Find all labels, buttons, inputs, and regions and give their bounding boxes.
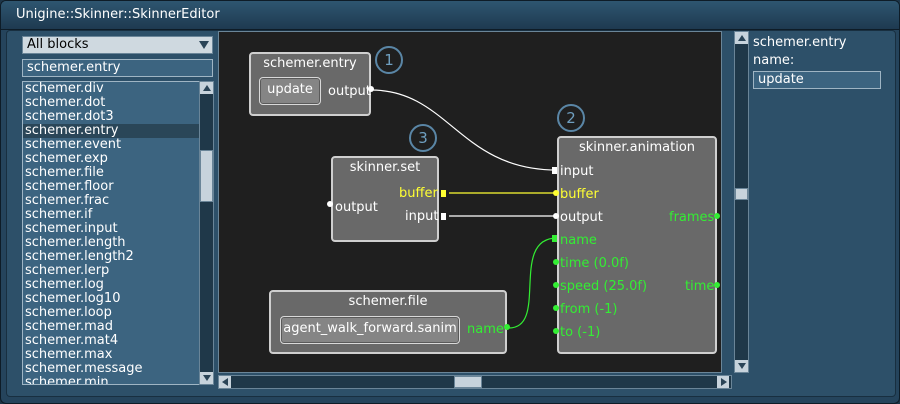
scroll-right-button[interactable] [717, 376, 729, 388]
node-title: skinner.set [349, 160, 421, 175]
port-time-label: time (0.0f) [560, 256, 629, 271]
port-name-label: name [467, 322, 504, 337]
port-anim-output[interactable] [553, 213, 559, 219]
list-item[interactable]: schemer.log [23, 278, 199, 292]
node-skinner-set[interactable]: skinner.set buffer input output [331, 156, 439, 242]
scroll-thumb[interactable] [454, 376, 482, 388]
list-item[interactable]: schemer.lerp [23, 264, 199, 278]
port-buffer-label: buffer [399, 186, 438, 201]
name-input-value: update [758, 72, 804, 87]
list-item[interactable]: schemer.dot3 [23, 110, 199, 124]
port-anim-name[interactable] [552, 235, 557, 242]
scroll-up-button[interactable] [200, 82, 213, 94]
update-button[interactable]: update [259, 77, 321, 105]
block-list[interactable]: schemer.div schemer.dot schemer.dot3 sch… [22, 81, 200, 385]
arrow-right-icon [721, 378, 727, 386]
list-item[interactable]: schemer.event [23, 138, 199, 152]
graph-canvas[interactable]: 1 schemer.entry update output 3 skinner.… [218, 31, 722, 373]
port-set-input[interactable] [441, 213, 446, 220]
selected-block-name: schemer.entry [753, 35, 847, 50]
scroll-thumb[interactable] [200, 150, 213, 202]
chevron-down-icon [199, 41, 209, 49]
list-item[interactable]: schemer.loop [23, 306, 199, 320]
port-anim-frames[interactable] [714, 213, 720, 219]
list-item[interactable]: schemer.min [23, 376, 199, 385]
port-frames-label: frames [669, 210, 715, 225]
port-output-label: output [328, 84, 371, 99]
port-set-buffer[interactable] [441, 190, 446, 197]
port-from-label: from (-1) [560, 302, 618, 317]
scroll-up-button[interactable] [735, 32, 748, 44]
list-item[interactable]: schemer.max [23, 348, 199, 362]
canvas-horizontal-scrollbar[interactable] [218, 375, 732, 389]
name-input[interactable]: update [753, 71, 881, 89]
list-item[interactable]: schemer.length [23, 236, 199, 250]
canvas-vertical-scrollbar[interactable] [734, 31, 749, 373]
node-badge-1: 1 [375, 46, 403, 74]
port-input-label: input [560, 164, 594, 179]
scroll-down-button[interactable] [200, 372, 213, 384]
port-anim-speed[interactable] [553, 282, 559, 288]
wire-file-name-to-anim-name [508, 237, 558, 329]
node-badge-2: 2 [557, 104, 585, 132]
list-item[interactable]: schemer.input [23, 222, 199, 236]
window-title: Unigine::Skinner::SkinnerEditor [16, 7, 220, 22]
node-title: schemer.file [348, 294, 428, 309]
scroll-down-button[interactable] [735, 360, 748, 372]
list-item-selected[interactable]: schemer.entry [23, 124, 199, 138]
node-badge-3: 3 [409, 124, 437, 152]
port-set-output[interactable] [327, 201, 333, 207]
block-filter-select[interactable]: All blocks [22, 36, 213, 54]
block-search-input[interactable]: schemer.entry [22, 59, 213, 77]
arrow-down-icon [203, 375, 211, 381]
scroll-thumb[interactable] [735, 188, 748, 200]
list-item[interactable]: schemer.mat4 [23, 334, 199, 348]
list-item[interactable]: schemer.message [23, 362, 199, 376]
list-item[interactable]: schemer.dot [23, 96, 199, 110]
block-search-value: schemer.entry [27, 60, 121, 75]
port-anim-time[interactable] [553, 259, 559, 265]
arrow-up-icon [738, 35, 746, 41]
port-output-label: output [560, 210, 603, 225]
scroll-left-button[interactable] [219, 376, 231, 388]
arrow-left-icon [222, 378, 228, 386]
port-anim-buffer[interactable] [553, 190, 559, 196]
name-field-label: name: [753, 53, 795, 68]
list-item[interactable]: schemer.frac [23, 194, 199, 208]
block-filter-value: All blocks [27, 37, 89, 52]
arrow-up-icon [203, 85, 211, 91]
arrow-down-icon [738, 363, 746, 369]
block-list-scrollbar[interactable] [199, 81, 214, 385]
node-title: schemer.entry [263, 56, 357, 71]
port-entry-output[interactable] [368, 86, 374, 92]
list-item[interactable]: schemer.length2 [23, 250, 199, 264]
node-schemer-entry[interactable]: schemer.entry update output [249, 52, 371, 116]
port-name-label: name [560, 233, 597, 248]
port-anim-from[interactable] [553, 305, 559, 311]
list-item[interactable]: schemer.floor [23, 180, 199, 194]
port-buffer-label: buffer [560, 187, 599, 202]
list-item[interactable]: schemer.log10 [23, 292, 199, 306]
node-title: skinner.animation [578, 140, 696, 155]
port-time-out-label: time [685, 279, 715, 294]
node-skinner-animation[interactable]: skinner.animation input buffer output fr… [557, 136, 717, 354]
editor-body: All blocks schemer.entry schemer.div sch… [6, 30, 896, 397]
port-file-name[interactable] [504, 324, 510, 330]
port-anim-time-out[interactable] [714, 282, 720, 288]
list-item[interactable]: schemer.div [23, 82, 199, 96]
port-output-label: output [335, 200, 378, 215]
skinner-editor-window: Unigine::Skinner::SkinnerEditor All bloc… [0, 0, 900, 404]
port-speed-label: speed (25.0f) [560, 279, 648, 294]
file-path-button[interactable]: agent_walk_forward.sanim [280, 316, 460, 344]
port-to-label: to (-1) [560, 325, 601, 340]
list-item[interactable]: schemer.exp [23, 152, 199, 166]
list-item[interactable]: schemer.if [23, 208, 199, 222]
list-item[interactable]: schemer.file [23, 166, 199, 180]
title-bar[interactable]: Unigine::Skinner::SkinnerEditor [1, 1, 899, 30]
node-schemer-file[interactable]: schemer.file agent_walk_forward.sanim na… [269, 290, 507, 354]
port-input-label: input [405, 209, 439, 224]
port-anim-input[interactable] [552, 167, 557, 174]
list-item[interactable]: schemer.mad [23, 320, 199, 334]
port-anim-to[interactable] [553, 328, 559, 334]
